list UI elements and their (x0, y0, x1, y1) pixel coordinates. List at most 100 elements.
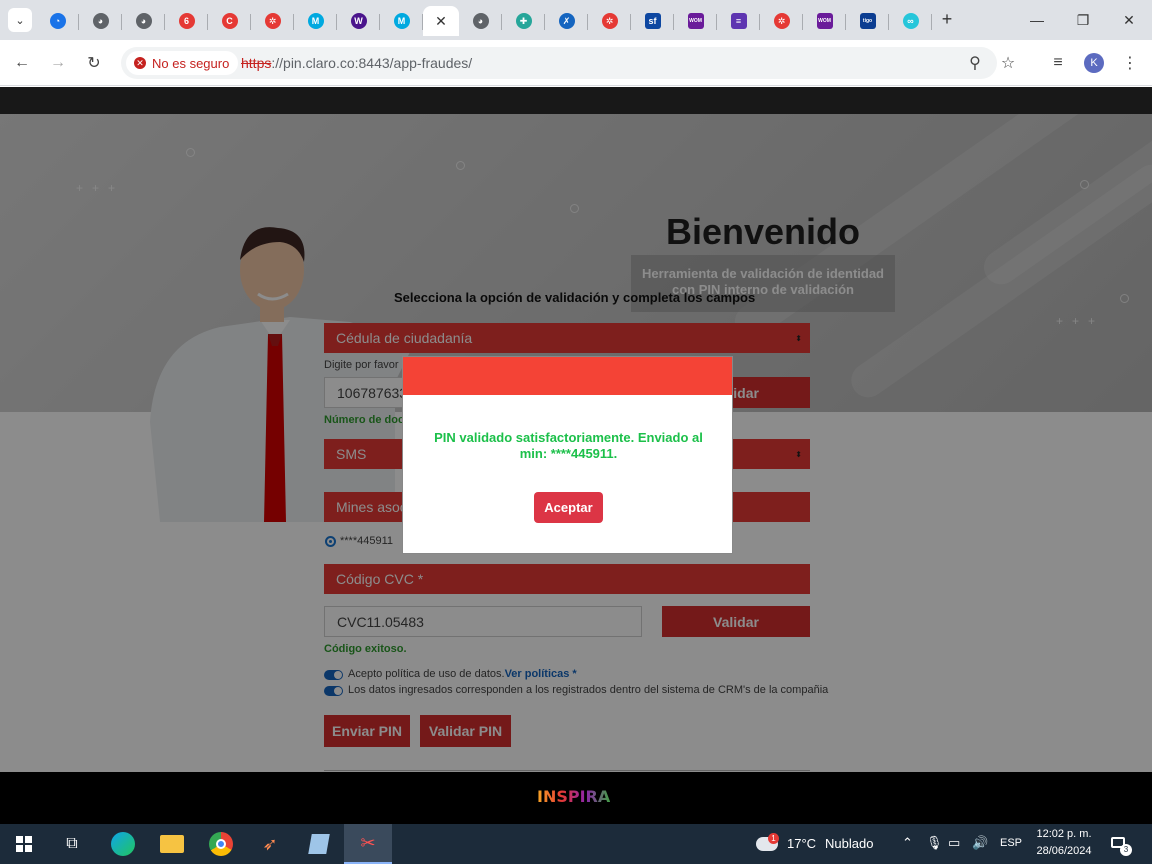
minimize-button[interactable]: — (1025, 8, 1049, 32)
tab-search-dropdown[interactable]: ⌄ (8, 8, 32, 32)
tab[interactable]: ✚ (502, 6, 545, 36)
file-explorer-button[interactable] (148, 824, 196, 864)
security-label: No es seguro (152, 55, 230, 71)
url-text[interactable]: https://pin.claro.co:8443/app-fraudes/ (241, 55, 472, 71)
globe-icon: ◕ (472, 13, 489, 29)
claro-icon: 6 (178, 13, 195, 29)
snipping-tool-button[interactable]: ✂ (344, 824, 392, 864)
tab[interactable]: C (208, 6, 251, 36)
playlist-icon: ≡ (1053, 54, 1063, 71)
w-icon: W (350, 13, 367, 29)
forms-icon: ≡ (730, 13, 747, 29)
back-button[interactable]: ← (10, 51, 34, 75)
globe-icon: ◕ (92, 13, 109, 29)
notification-count: 3 (1120, 844, 1132, 856)
edge-icon (111, 832, 135, 856)
weather-badge: 1 (768, 833, 779, 844)
tigo-icon: tigo (859, 13, 876, 29)
not-secure-icon: ✕ (134, 57, 146, 69)
page-content: +++ +++ +++ Bienvenido Herramienta de va… (0, 87, 1152, 824)
tab[interactable]: ✲ (588, 6, 631, 36)
notepad-taskbar-button[interactable] (295, 824, 343, 864)
wom-icon: WOM (816, 13, 833, 29)
chevron-down-icon: ⌄ (15, 14, 25, 27)
more-vert-icon: ⋮ (1122, 55, 1138, 72)
tab[interactable]: M (294, 6, 337, 36)
chevron-up-icon[interactable]: ⌃ (902, 835, 913, 851)
reload-icon: ↻ (87, 55, 101, 72)
new-tab-button[interactable]: + (937, 9, 957, 29)
tab[interactable]: sf (631, 6, 674, 36)
globe-icon: ◕ (135, 13, 152, 29)
dialog-header (403, 357, 732, 395)
tab[interactable]: ◕ (459, 6, 502, 36)
plus-cross-icon: ✚ (515, 13, 532, 29)
claro-burst-icon: ✲ (264, 13, 281, 29)
microphone-icon[interactable]: 🎙 (926, 835, 943, 851)
pin-validated-dialog: PIN validado satisfactoriamente. Enviado… (402, 356, 733, 554)
start-button[interactable] (0, 824, 48, 864)
tab[interactable]: ✲ (760, 6, 803, 36)
tab-list: ◔ ◕ ◕ 6 C ✲ M W M ✕ ◕ ✚ ✗ ✲ sf WOM ≡ ✲ WOM tigo ∞ (36, 6, 932, 36)
reload-button[interactable]: ↻ (82, 51, 106, 75)
task-view-icon: ⧉ (66, 835, 78, 852)
security-chip[interactable]: ✕ No es seguro (126, 51, 239, 75)
rocket-app-icon: ➶ (262, 833, 278, 854)
tab-strip: ⌄ ◔ ◕ ◕ 6 C ✲ M W M ✕ ◕ ✚ ✗ ✲ sf WOM ≡ ✲ WOM tigo ∞ + — ❐ ✕ (0, 0, 1152, 40)
app-taskbar-button[interactable]: ➶ (246, 824, 294, 864)
tab[interactable]: M (380, 6, 423, 36)
tab[interactable]: WOM (803, 6, 846, 36)
tab[interactable]: ∞ (889, 6, 932, 36)
browser-toolbar: ← → ↻ ✕ No es seguro https://pin.claro.c… (0, 40, 1152, 86)
weather-temp: 17°C (787, 836, 817, 851)
close-icon: ✕ (1123, 11, 1135, 28)
menu-button[interactable]: ⋮ (1118, 51, 1142, 75)
dialog-message: PIN validado satisfactoriamente. Enviado… (434, 430, 703, 461)
clock-time[interactable]: 12:02 p. m. (1030, 828, 1098, 840)
tab[interactable]: ✗ (545, 6, 588, 36)
tab-active[interactable]: ✕ (423, 6, 459, 36)
wom-icon: WOM (687, 13, 704, 29)
clock-date[interactable]: 28/06/2024 (1030, 845, 1098, 857)
restore-button[interactable]: ❐ (1071, 8, 1095, 32)
sync-icon: ∞ (902, 13, 919, 29)
windows-icon (16, 836, 32, 852)
address-bar[interactable]: ✕ No es seguro https://pin.claro.co:8443… (121, 47, 1015, 79)
plus-icon: + (941, 8, 953, 29)
weather-desc: Nublado (825, 836, 874, 851)
tab[interactable]: WOM (674, 6, 717, 36)
tab[interactable]: 6 (165, 6, 208, 36)
inspira-logo: INSPIRA (537, 787, 611, 806)
media-control-button[interactable]: ≡ (1046, 51, 1070, 75)
close-icon[interactable]: ✕ (435, 13, 447, 30)
zoom-button[interactable]: ⚲ (965, 53, 985, 73)
arrow-right-icon: → (50, 54, 66, 71)
tab[interactable]: tigo (846, 6, 889, 36)
notification-center-button[interactable]: 3 (1108, 834, 1134, 856)
forward-button[interactable]: → (46, 51, 70, 75)
network-icon[interactable]: ▭ (948, 835, 960, 851)
tab[interactable]: ◔ (36, 6, 79, 36)
accept-button[interactable]: Aceptar (534, 492, 603, 523)
scissors-icon: ✂ (360, 832, 376, 853)
tab[interactable]: ◕ (122, 6, 165, 36)
chrome-icon (209, 832, 233, 856)
star-icon: ☆ (1000, 55, 1016, 72)
speaker-icon[interactable]: 🔊 (972, 835, 988, 851)
claro-c-icon: C (221, 13, 238, 29)
profile-avatar[interactable]: K (1084, 53, 1104, 73)
claro-burst-icon: ✲ (773, 13, 790, 29)
chrome-taskbar-button[interactable] (197, 824, 245, 864)
tab[interactable]: ◕ (79, 6, 122, 36)
tab[interactable]: W (337, 6, 380, 36)
bookmark-button[interactable]: ☆ (998, 53, 1018, 73)
tab[interactable]: ✲ (251, 6, 294, 36)
url-scheme: https (241, 55, 272, 71)
language-indicator[interactable]: ESP (1000, 837, 1022, 849)
edge-taskbar-button[interactable] (99, 824, 147, 864)
task-view-button[interactable]: ⧉ (48, 824, 96, 864)
close-window-button[interactable]: ✕ (1117, 8, 1141, 32)
folder-icon (160, 835, 184, 853)
notepad-icon (308, 834, 330, 854)
tab[interactable]: ≡ (717, 6, 760, 36)
